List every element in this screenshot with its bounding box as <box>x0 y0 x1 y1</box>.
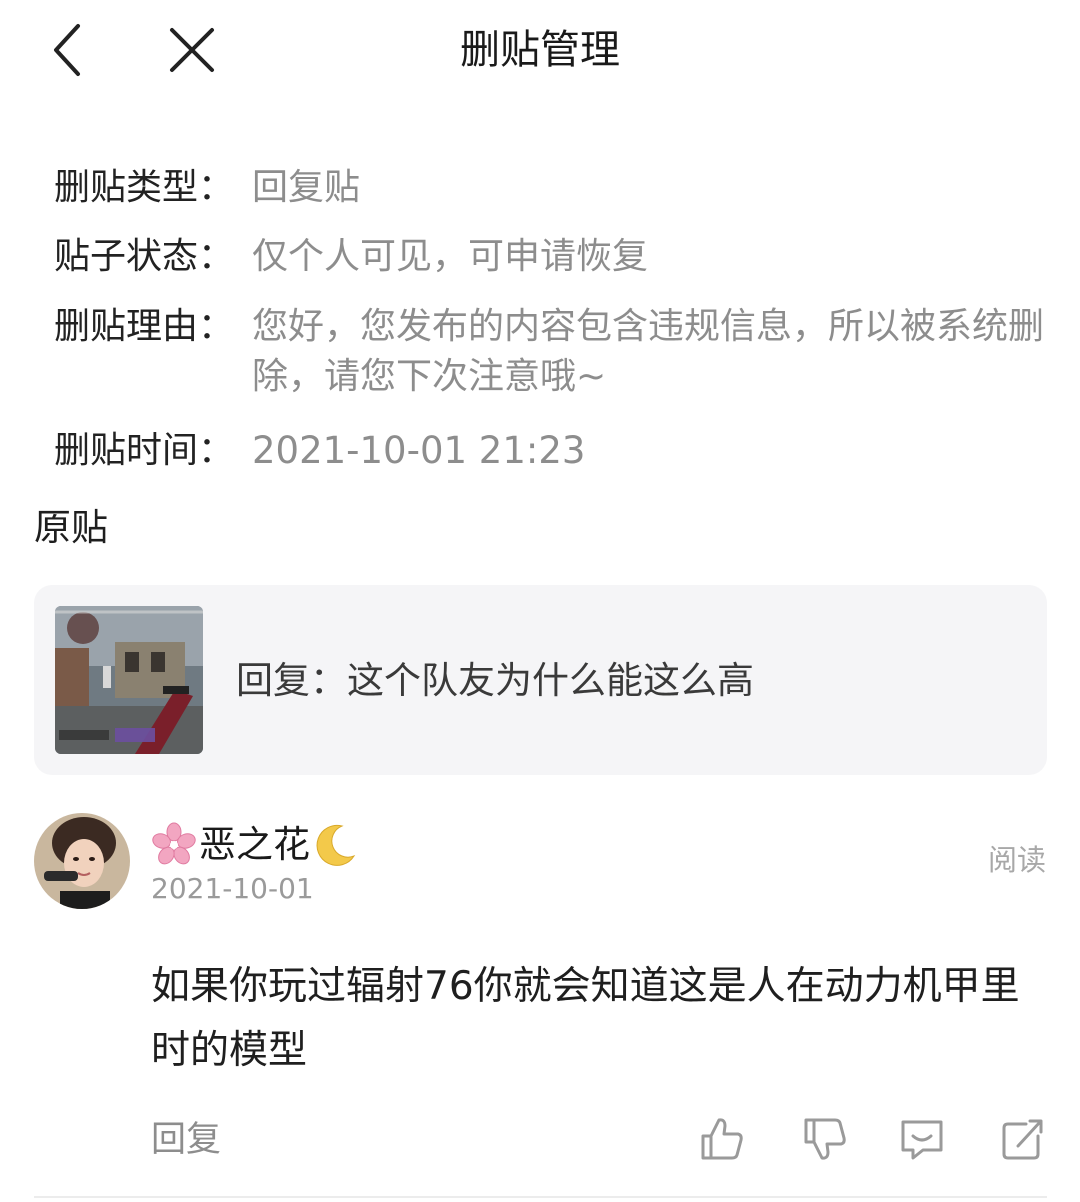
post-status-value: 仅个人可见，可申请恢复 <box>252 236 649 277</box>
divider <box>34 1196 1047 1198</box>
post-status-row: 贴子状态： 仅个人可见，可申请恢复 <box>54 232 1044 282</box>
delete-type-row: 删贴类型： 回复贴 <box>54 163 1044 213</box>
delete-reason-label: 删贴理由： <box>54 306 235 347</box>
avatar[interactable] <box>34 813 130 909</box>
delete-type-value: 回复贴 <box>252 167 361 208</box>
comment-body: 如果你玩过辐射76你就会知道这是人在动力机甲里时的模型 <box>151 964 1020 1073</box>
original-post-card[interactable]: 回复：这个队友为什么能这么高 <box>34 585 1047 775</box>
delete-time-value: 2021-10-01 21:23 <box>252 429 586 472</box>
original-post-text: 回复：这个队友为什么能这么高 <box>236 659 754 702</box>
comment-author[interactable]: 恶之花 <box>151 818 358 872</box>
delete-time-row: 删贴时间： 2021-10-01 21:23 <box>54 426 1044 476</box>
original-post-heading: 原贴 <box>34 506 108 549</box>
page-title: 删贴管理 <box>460 27 620 73</box>
thumbs-up-icon[interactable] <box>697 1114 747 1164</box>
game-screenshot-thumbnail <box>55 606 203 754</box>
comment-username: 恶之花 <box>199 823 310 866</box>
thumbs-down-icon[interactable] <box>800 1114 850 1164</box>
crescent-moon-icon <box>316 824 356 866</box>
delete-time-label: 删贴时间： <box>54 430 235 471</box>
reply-button[interactable]: 回复 <box>151 1116 221 1164</box>
post-status-label: 贴子状态： <box>54 236 235 277</box>
read-button[interactable]: 阅读 <box>988 840 1046 880</box>
comment-date: 2021-10-01 <box>151 872 314 905</box>
comment-icon[interactable] <box>897 1114 947 1164</box>
top-bar: 删贴管理 <box>0 0 1080 100</box>
delete-type-label: 删贴类型： <box>54 167 235 208</box>
delete-reason-row: 删贴理由： 您好，您发布的内容包含违规信息，所以被系统删除，请您下次注意哦~ <box>54 302 1044 402</box>
cherry-blossom-icon <box>152 822 196 865</box>
delete-reason-value: 您好，您发布的内容包含违规信息，所以被系统删除，请您下次注意哦~ <box>252 306 1045 397</box>
share-icon[interactable] <box>998 1114 1048 1164</box>
